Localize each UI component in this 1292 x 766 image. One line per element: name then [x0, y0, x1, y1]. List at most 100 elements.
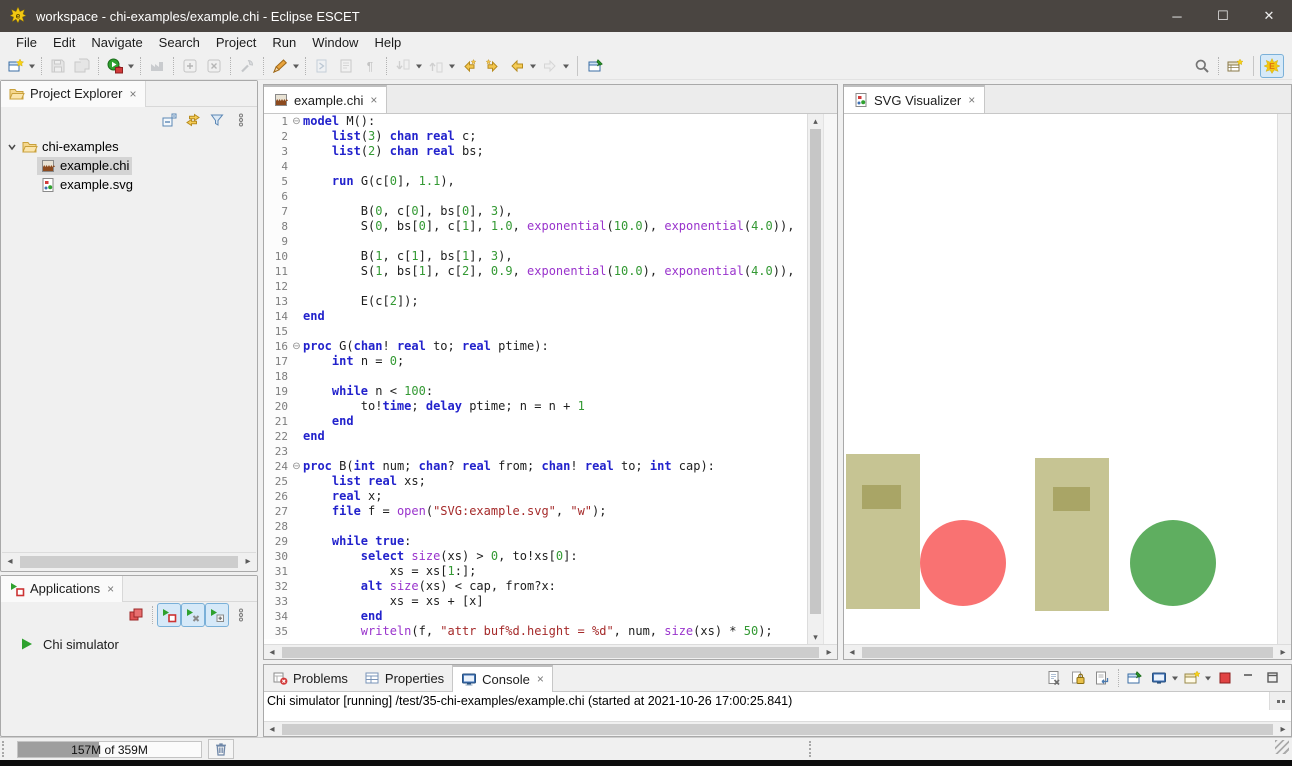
code-line-1[interactable]: 1⊖model M():	[264, 114, 807, 129]
console-scrollbar-corner[interactable]	[1269, 692, 1291, 710]
code-line-9[interactable]: 9	[264, 234, 807, 249]
expand-frame-button[interactable]	[178, 54, 202, 78]
code-line-33[interactable]: 33 xs = xs + [x]	[264, 594, 807, 609]
wrench-button[interactable]	[235, 54, 259, 78]
dropdown-caret-icon[interactable]	[127, 54, 136, 78]
code-line-15[interactable]: 15	[264, 324, 807, 339]
minimize-button[interactable]: ─	[1154, 0, 1200, 32]
edit-loc-fwd-button[interactable]	[481, 54, 505, 78]
code-line-31[interactable]: 31 xs = xs[1:];	[264, 564, 807, 579]
tree-label-wrap[interactable]: example.chi	[37, 157, 132, 175]
garbage-collect-button[interactable]	[208, 739, 234, 759]
code-line-16[interactable]: 16⊖proc G(chan! real to; real ptime):	[264, 339, 807, 354]
display-console-button[interactable]	[1147, 666, 1171, 690]
forward-button[interactable]	[538, 54, 562, 78]
build-button[interactable]	[145, 54, 169, 78]
menu-search[interactable]: Search	[151, 33, 208, 52]
svg-vscrollbar[interactable]	[1277, 114, 1291, 644]
annot-prev-button[interactable]	[424, 54, 448, 78]
terminate-all-button[interactable]	[124, 603, 148, 627]
view-menu-button[interactable]	[229, 603, 253, 627]
code-line-5[interactable]: 5 run G(c[0], 1.1),	[264, 174, 807, 189]
tab-applications[interactable]: Applications ×	[1, 576, 123, 602]
code-line-12[interactable]: 12	[264, 279, 807, 294]
run-tool-button[interactable]	[103, 54, 127, 78]
fold-collapse-icon[interactable]: ⊖	[290, 114, 303, 129]
pen-button[interactable]	[268, 54, 292, 78]
tree-item-example-chi[interactable]: example.chi	[1, 156, 255, 175]
code-line-8[interactable]: 8 S(0, bs[0], c[1], 1.0, exponential(10.…	[264, 219, 807, 234]
code-line-26[interactable]: 26 real x;	[264, 489, 807, 504]
clear-console-button[interactable]	[1042, 666, 1066, 690]
terminate-button[interactable]	[1213, 666, 1237, 690]
save-all-button[interactable]	[70, 54, 94, 78]
code-line-18[interactable]: 18	[264, 369, 807, 384]
view-menu-button[interactable]	[229, 108, 253, 132]
code-line-22[interactable]: 22end	[264, 429, 807, 444]
code-line-23[interactable]: 23	[264, 444, 807, 459]
menu-navigate[interactable]: Navigate	[83, 33, 150, 52]
scroll-right-icon[interactable]: ▸	[1275, 647, 1291, 658]
dropdown-caret-icon[interactable]	[562, 54, 571, 78]
pilcrow-button[interactable]: ¶	[358, 54, 382, 78]
scroll-left-icon[interactable]: ◂	[844, 647, 860, 658]
code-line-17[interactable]: 17 int n = 0;	[264, 354, 807, 369]
scroll-left-icon[interactable]: ◂	[264, 647, 280, 658]
tree-item-example-svg[interactable]: example.svg	[1, 175, 255, 194]
scroll-left-icon[interactable]: ◂	[2, 556, 18, 567]
code-line-34[interactable]: 34 end	[264, 609, 807, 624]
svg-hscrollbar[interactable]: ◂ ▸	[844, 644, 1291, 659]
scroll-thumb[interactable]	[20, 556, 238, 568]
dropdown-caret-icon[interactable]	[415, 54, 424, 78]
tab-project-explorer[interactable]: Project Explorer ×	[1, 81, 146, 107]
scroll-right-icon[interactable]: ▸	[240, 556, 256, 567]
code-line-10[interactable]: 10 B(1, c[1], bs[1], 3),	[264, 249, 807, 264]
code-line-27[interactable]: 27 file f = open("SVG:example.svg", "w")…	[264, 504, 807, 519]
link-doc-button[interactable]	[310, 54, 334, 78]
edit-loc-back-button[interactable]	[457, 54, 481, 78]
pin-console-button[interactable]	[1123, 666, 1147, 690]
fold-collapse-icon[interactable]: ⊖	[290, 339, 303, 354]
dropdown-caret-icon[interactable]	[448, 54, 457, 78]
code-editor[interactable]: 1⊖model M():2 list(3) chan real c;3 list…	[264, 114, 807, 644]
scroll-thumb[interactable]	[862, 647, 1273, 658]
code-line-35[interactable]: 35 writeln(f, "attr buf%d.height = %d", …	[264, 624, 807, 639]
scroll-thumb[interactable]	[282, 647, 819, 658]
code-line-11[interactable]: 11 S(1, bs[1], c[2], 0.9, exponential(10…	[264, 264, 807, 279]
close-icon[interactable]: ×	[370, 93, 377, 107]
tab-problems[interactable]: Problems	[264, 665, 356, 692]
play-plus-button[interactable]	[205, 603, 229, 627]
scroll-lock-button[interactable]	[1066, 666, 1090, 690]
menu-run[interactable]: Run	[264, 33, 304, 52]
code-line-28[interactable]: 28	[264, 519, 807, 534]
code-line-21[interactable]: 21 end	[264, 414, 807, 429]
tab-console[interactable]: Console×	[452, 665, 553, 692]
close-icon[interactable]: ×	[968, 93, 975, 107]
scroll-down-icon[interactable]: ▾	[808, 630, 823, 644]
code-line-30[interactable]: 30 select size(xs) > 0, to!xs[0]:	[264, 549, 807, 564]
code-line-13[interactable]: 13 E(c[2]);	[264, 294, 807, 309]
code-line-14[interactable]: 14end	[264, 309, 807, 324]
chevron-down-icon[interactable]	[5, 142, 19, 152]
play-stop-button[interactable]	[157, 603, 181, 627]
save-button[interactable]	[46, 54, 70, 78]
code-line-7[interactable]: 7 B(0, c[0], bs[0], 3),	[264, 204, 807, 219]
scroll-left-icon[interactable]: ◂	[264, 724, 280, 735]
close-icon[interactable]: ×	[537, 672, 544, 686]
console-hscrollbar[interactable]: ◂ ▸	[264, 721, 1291, 736]
code-line-24[interactable]: 24⊖proc B(int num; chan? real from; chan…	[264, 459, 807, 474]
menu-window[interactable]: Window	[304, 33, 366, 52]
close-icon[interactable]: ×	[129, 87, 136, 101]
dropdown-caret-icon[interactable]	[1204, 666, 1213, 690]
scroll-thumb[interactable]	[810, 129, 821, 614]
open-console-button[interactable]	[1180, 666, 1204, 690]
word-wrap-button[interactable]	[1090, 666, 1114, 690]
scroll-right-icon[interactable]: ▸	[821, 647, 837, 658]
dropdown-caret-icon[interactable]	[292, 54, 301, 78]
open-perspective-button[interactable]	[1223, 54, 1247, 78]
play-x-button[interactable]	[181, 603, 205, 627]
code-line-29[interactable]: 29 while true:	[264, 534, 807, 549]
code-line-6[interactable]: 6	[264, 189, 807, 204]
scroll-up-icon[interactable]: ▴	[808, 114, 823, 128]
code-line-4[interactable]: 4	[264, 159, 807, 174]
